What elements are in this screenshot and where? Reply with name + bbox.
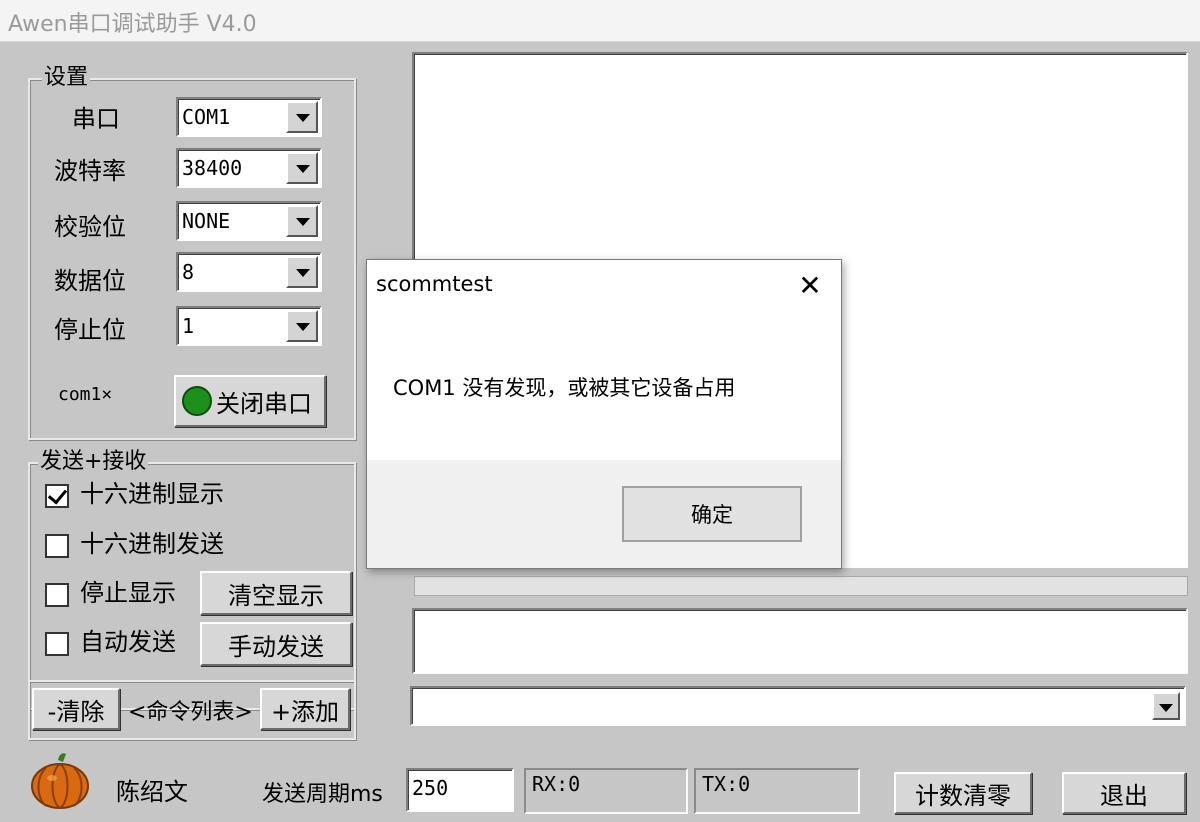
close-port-button[interactable]: 关闭串口 bbox=[174, 375, 326, 427]
command-list-label: <命令列表> bbox=[128, 700, 253, 725]
command-combo[interactable] bbox=[410, 686, 1186, 726]
hex-send-label: 十六进制发送 bbox=[80, 530, 224, 558]
dialog-message: COM1 没有发现，或被其它设备占用 bbox=[393, 376, 736, 400]
combo-arrow-glyph bbox=[1159, 704, 1173, 712]
window-title: Awen串口调试助手 V4.0 bbox=[8, 12, 257, 37]
auto-send-label: 自动发送 bbox=[80, 628, 176, 656]
stopbits-label: 停止位 bbox=[54, 316, 126, 344]
reset-count-button[interactable]: 计数清零 bbox=[894, 772, 1032, 814]
send-receive-legend: 发送+接收 bbox=[38, 449, 149, 475]
period-value: 250 bbox=[412, 776, 449, 800]
hex-display-label: 十六进制显示 bbox=[80, 480, 224, 508]
stop-display-label: 停止显示 bbox=[80, 579, 176, 607]
clear-command-button[interactable]: -清除 bbox=[32, 688, 120, 730]
hex-display-checkbox[interactable] bbox=[45, 484, 69, 508]
port-value: COM1 bbox=[182, 105, 231, 129]
port-select[interactable]: COM1 bbox=[176, 97, 322, 137]
chevron-down-icon[interactable] bbox=[286, 256, 318, 288]
period-label: 发送周期ms bbox=[262, 782, 383, 807]
port-label: 串口 bbox=[72, 105, 120, 133]
parity-label: 校验位 bbox=[54, 213, 126, 241]
chevron-down-icon[interactable] bbox=[286, 310, 318, 342]
pumpkin-icon bbox=[30, 752, 90, 810]
hex-send-checkbox[interactable] bbox=[45, 534, 69, 558]
stopbits-value: 1 bbox=[182, 314, 195, 338]
auto-send-checkbox[interactable] bbox=[45, 632, 69, 656]
title-bar: Awen串口调试助手 V4.0 bbox=[0, 0, 1200, 42]
settings-legend: 设置 bbox=[42, 65, 91, 91]
chevron-down-icon[interactable] bbox=[286, 152, 318, 184]
author-label: 陈绍文 bbox=[116, 778, 188, 806]
stop-display-checkbox[interactable] bbox=[45, 583, 69, 607]
databits-label: 数据位 bbox=[54, 267, 126, 295]
tx-counter: TX:0 bbox=[694, 768, 860, 814]
parity-value: NONE bbox=[182, 209, 231, 233]
baud-value: 38400 bbox=[182, 156, 243, 180]
period-input[interactable]: 250 bbox=[406, 768, 514, 812]
port-status-text: com1× bbox=[58, 384, 113, 405]
chevron-down-icon[interactable] bbox=[286, 101, 318, 133]
rx-counter: RX:0 bbox=[524, 768, 688, 814]
port-indicator-icon bbox=[182, 386, 212, 416]
add-command-button[interactable]: +添加 bbox=[260, 688, 350, 730]
clear-display-button[interactable]: 清空显示 bbox=[200, 571, 352, 615]
close-port-label: 关闭串口 bbox=[216, 389, 312, 418]
close-icon[interactable]: ✕ bbox=[789, 268, 831, 304]
databits-select[interactable]: 8 bbox=[176, 252, 322, 292]
parity-select[interactable]: NONE bbox=[176, 201, 322, 241]
chevron-down-icon[interactable] bbox=[286, 205, 318, 237]
manual-send-button[interactable]: 手动发送 bbox=[200, 622, 352, 666]
dialog-footer: 确定 bbox=[367, 460, 841, 568]
baud-select[interactable]: 38400 bbox=[176, 148, 322, 188]
stopbits-select[interactable]: 1 bbox=[176, 306, 322, 346]
databits-value: 8 bbox=[182, 260, 195, 284]
progress-strip bbox=[414, 576, 1188, 596]
baud-label: 波特率 bbox=[54, 157, 126, 185]
ok-button[interactable]: 确定 bbox=[622, 486, 802, 542]
send-textarea[interactable] bbox=[412, 608, 1188, 674]
dialog-title: scommtest bbox=[376, 272, 493, 296]
exit-button[interactable]: 退出 bbox=[1062, 772, 1186, 814]
error-dialog: scommtest ✕ COM1 没有发现，或被其它设备占用 确定 bbox=[366, 259, 842, 569]
